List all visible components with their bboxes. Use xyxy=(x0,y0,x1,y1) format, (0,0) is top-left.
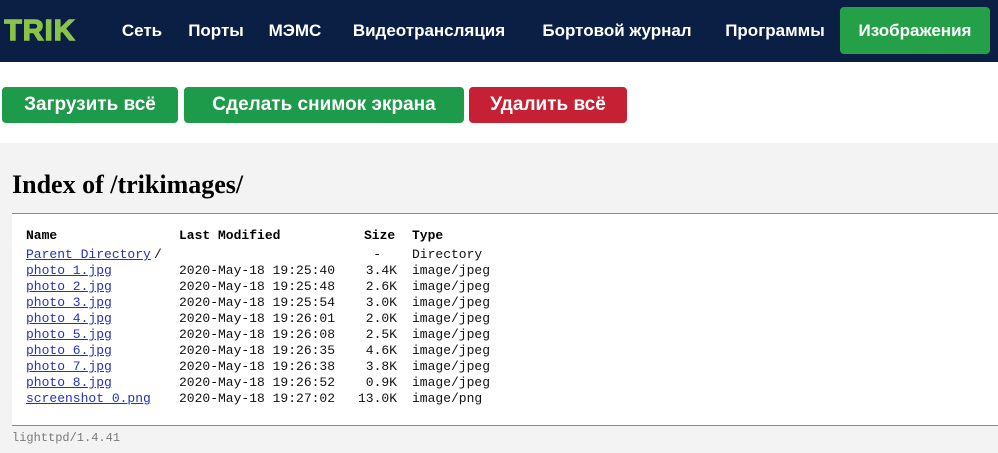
trik-logo[interactable]: TRIK xyxy=(4,15,88,45)
nav-item-label: Порты xyxy=(188,21,244,40)
file-link[interactable]: photo_7.jpg xyxy=(26,359,112,375)
file-size: 2.5K xyxy=(365,327,397,342)
nav-item-onboard-log[interactable]: Бортовой журнал xyxy=(526,7,708,54)
trik-logo-icon: TRIK xyxy=(4,15,76,45)
page-title: Index of /trikimages/ xyxy=(12,170,244,199)
nav-item-label: МЭМС xyxy=(268,21,322,40)
file-modified: 2020-May-18 19:25:48 xyxy=(179,279,336,294)
file-size: 2.6K xyxy=(365,279,397,294)
table-row: photo_3.jpg 2020-May-18 19:25:54 3.0K image… xyxy=(0,295,998,311)
file-modified: 2020-May-18 19:26:01 xyxy=(179,311,336,326)
file-type: image/jpeg xyxy=(412,327,491,342)
delete-all-button[interactable]: Удалить всё xyxy=(469,87,627,123)
file-link[interactable]: photo_4.jpg xyxy=(26,311,112,327)
file-type: image/jpeg xyxy=(412,263,491,278)
nav-item-label: Бортовой журнал xyxy=(542,21,692,40)
parent-directory-link[interactable]: Parent Directory xyxy=(26,247,151,263)
file-type: Directory xyxy=(412,247,483,262)
table-row: photo_5.jpg 2020-May-18 19:26:08 2.5K image… xyxy=(0,327,998,343)
download-all-button[interactable]: Загрузить всё xyxy=(2,87,178,123)
file-size: 3.8K xyxy=(365,359,397,374)
file-size: 2.0K xyxy=(365,311,397,326)
file-size: - xyxy=(373,247,381,262)
file-modified: 2020-May-18 19:26:08 xyxy=(179,327,336,342)
file-size: 13.0K xyxy=(357,391,397,406)
table-row: photo_2.jpg 2020-May-18 19:25:48 2.6K image… xyxy=(0,279,998,295)
table-row: photo_1.jpg 2020-May-18 19:25:40 3.4K image… xyxy=(0,263,998,279)
file-modified: 2020-May-18 19:26:52 xyxy=(179,375,336,390)
table-row: photo_4.jpg 2020-May-18 19:26:01 2.0K image… xyxy=(0,311,998,327)
top-navbar: TRIK Сеть Порты МЭМС Видеотрансляция Бор… xyxy=(0,0,998,62)
column-header-size[interactable]: Size xyxy=(364,228,395,243)
nav-item-video-stream[interactable]: Видеотрансляция xyxy=(336,7,522,54)
file-size: 4.6K xyxy=(365,343,397,358)
file-modified: 2020-May-18 19:26:35 xyxy=(179,343,336,358)
file-size: 0.9K xyxy=(365,375,397,390)
column-header-name[interactable]: Name xyxy=(26,228,57,243)
file-modified: 2020-May-18 19:25:40 xyxy=(179,263,336,278)
file-modified: 2020-May-18 19:27:02 xyxy=(179,391,336,406)
parent-directory-suffix: / xyxy=(154,247,162,262)
table-row-parent: Parent Directory / - Directory xyxy=(0,247,998,263)
file-link[interactable]: photo_8.jpg xyxy=(26,375,112,391)
nav-item-images[interactable]: Изображения xyxy=(840,7,990,54)
take-screenshot-button[interactable]: Сделать снимок экрана xyxy=(184,87,464,123)
file-link[interactable]: photo_2.jpg xyxy=(26,279,112,295)
file-type: image/jpeg xyxy=(412,311,491,326)
file-link[interactable]: photo_5.jpg xyxy=(26,327,112,343)
file-type: image/jpeg xyxy=(412,279,491,294)
file-link[interactable]: photo_6.jpg xyxy=(26,343,112,359)
table-row: screenshot_0.png 2020-May-18 19:27:02 13.0… xyxy=(0,391,998,407)
table-row: photo_8.jpg 2020-May-18 19:26:52 0.9K image… xyxy=(0,375,998,391)
file-link[interactable]: photo_3.jpg xyxy=(26,295,112,311)
file-size: 3.4K xyxy=(365,263,397,278)
file-type: image/jpeg xyxy=(412,359,491,374)
column-header-modified[interactable]: Last Modified xyxy=(179,228,280,243)
nav-item-mems[interactable]: МЭМС xyxy=(258,7,332,54)
file-modified: 2020-May-18 19:26:38 xyxy=(179,359,336,374)
file-modified: 2020-May-18 19:25:54 xyxy=(179,295,336,310)
nav-item-label: Программы xyxy=(725,21,825,40)
file-type: image/jpeg xyxy=(412,375,491,390)
nav-item-ports[interactable]: Порты xyxy=(176,7,256,54)
server-signature: lighttpd/1.4.41 xyxy=(12,431,121,445)
nav-item-label: Сеть xyxy=(121,21,163,40)
svg-text:TRIK: TRIK xyxy=(4,15,76,45)
file-type: image/png xyxy=(412,391,483,406)
nav-item-network[interactable]: Сеть xyxy=(114,7,170,54)
nav-item-label: Изображения xyxy=(858,21,972,40)
column-header-type[interactable]: Type xyxy=(412,228,443,243)
table-row: photo_7.jpg 2020-May-18 19:26:38 3.8K image… xyxy=(0,359,998,375)
file-type: image/jpeg xyxy=(412,343,491,358)
table-row: photo_6.jpg 2020-May-18 19:26:35 4.6K image… xyxy=(0,343,998,359)
file-size: 3.0K xyxy=(365,295,397,310)
nav-item-label: Видеотрансляция xyxy=(352,21,506,40)
file-type: image/jpeg xyxy=(412,295,491,310)
file-link[interactable]: screenshot_0.png xyxy=(26,391,151,407)
nav-item-programs[interactable]: Программы xyxy=(712,7,838,54)
file-link[interactable]: photo_1.jpg xyxy=(26,263,112,279)
